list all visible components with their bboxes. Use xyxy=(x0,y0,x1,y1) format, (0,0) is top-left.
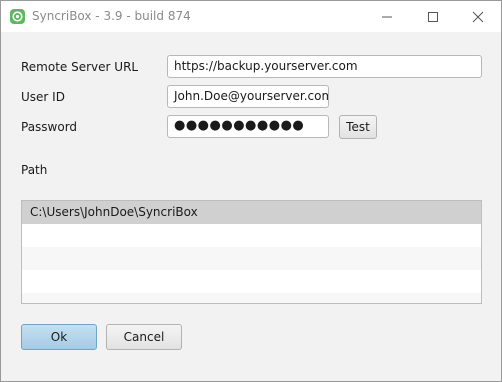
minimize-button[interactable] xyxy=(364,1,410,32)
syncribox-settings-window: SyncriBox - 3.9 - build 874 Remote Serve… xyxy=(0,0,502,382)
path-list-empty-row[interactable] xyxy=(22,293,481,303)
server-url-label: Remote Server URL xyxy=(21,60,139,74)
path-list-empty-row[interactable] xyxy=(22,224,481,247)
user-id-label: User ID xyxy=(21,90,65,104)
path-list-empty-row[interactable] xyxy=(22,270,481,293)
title-bar[interactable]: SyncriBox - 3.9 - build 874 xyxy=(1,1,501,32)
path-list-empty-row[interactable] xyxy=(22,247,481,270)
server-url-input[interactable]: https://backup.yourserver.com xyxy=(167,55,482,78)
user-id-input[interactable]: John.Doe@yourserver.com xyxy=(167,85,329,108)
close-icon xyxy=(472,11,484,23)
path-list-item[interactable]: C:\Users\JohnDoe\SyncriBox xyxy=(22,201,481,224)
path-list[interactable]: C:\Users\JohnDoe\SyncriBox xyxy=(21,200,482,304)
syncribox-app-icon xyxy=(10,9,25,24)
minimize-icon xyxy=(382,16,392,18)
test-connection-button[interactable]: Test xyxy=(339,115,377,139)
window-title: SyncriBox - 3.9 - build 874 xyxy=(32,9,191,23)
ok-button[interactable]: Ok xyxy=(21,324,97,350)
cancel-button[interactable]: Cancel xyxy=(106,324,182,350)
path-label: Path xyxy=(21,163,48,177)
close-button[interactable] xyxy=(455,1,501,32)
maximize-button[interactable] xyxy=(410,1,456,32)
password-input[interactable]: ●●●●●●●●●●● xyxy=(167,115,329,138)
password-label: Password xyxy=(21,120,78,134)
maximize-icon xyxy=(428,12,438,22)
